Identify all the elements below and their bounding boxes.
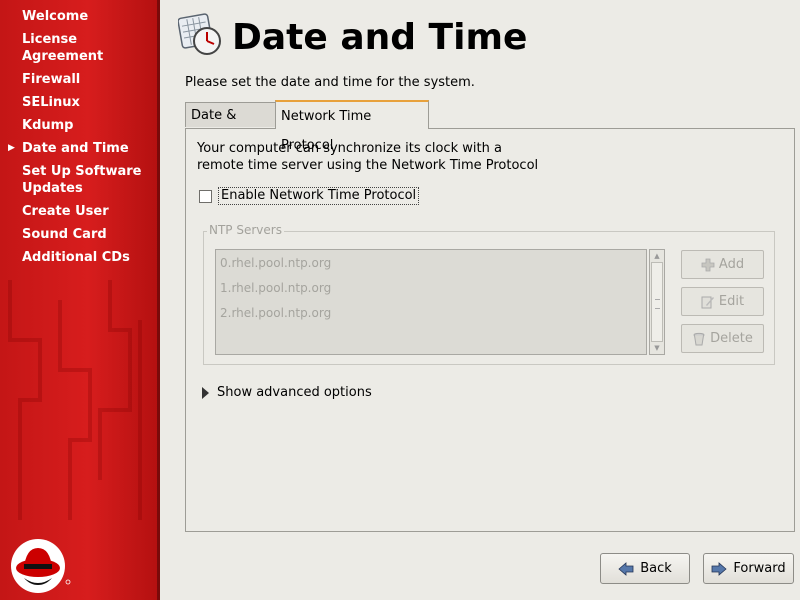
- back-arrow-icon: [618, 561, 634, 576]
- sidebar-item-create-user: Create User: [22, 204, 109, 219]
- sidebar-item-sound-card: Sound Card: [22, 227, 107, 242]
- ntp-description-line-1: Your computer can synchronize its clock …: [197, 141, 502, 156]
- current-step-arrow-icon: ▶: [8, 143, 15, 153]
- ntp-description: Your computer can synchronize its clock …: [197, 140, 597, 174]
- scrollbar-thumb[interactable]: [651, 262, 663, 342]
- sidebar-item-date-and-time: ▶ Date and Time: [8, 141, 129, 156]
- scrollbar-grip: [655, 299, 660, 309]
- page-subtitle: Please set the date and time for the sys…: [185, 75, 475, 90]
- list-item[interactable]: 0.rhel.pool.ntp.org: [220, 256, 331, 270]
- edit-icon: [701, 296, 714, 308]
- expander-arrow-icon[interactable]: [202, 386, 209, 399]
- forward-arrow-icon: [711, 561, 727, 576]
- delete-server-label: Delete: [710, 331, 753, 346]
- ntp-servers-frame-label: NTP Servers: [207, 223, 284, 237]
- sidebar-decoration: [8, 280, 142, 520]
- ntp-list-scrollbar[interactable]: ▲ ▼: [649, 249, 665, 355]
- show-advanced-options-expander[interactable]: Show advanced options: [202, 385, 372, 400]
- sidebar-item-welcome: Welcome: [22, 9, 89, 24]
- tab-date-time[interactable]: Date & Time: [185, 102, 276, 148]
- list-item[interactable]: 2.rhel.pool.ntp.org: [220, 306, 331, 320]
- add-server-label: Add: [718, 257, 745, 272]
- enable-ntp-label[interactable]: Enable Network Time Protocol: [218, 187, 420, 205]
- ntp-description-line-2: remote time server using the Network Tim…: [197, 158, 539, 173]
- sidebar: Welcome License Agreement Firewall SELin…: [0, 0, 160, 600]
- scroll-up-arrow-icon[interactable]: ▲: [652, 251, 662, 261]
- page-title: Date and Time: [232, 17, 528, 58]
- tab-network-time-protocol[interactable]: Network Time Protocol: [275, 100, 429, 153]
- sidebar-item-license: License Agreement: [22, 32, 104, 64]
- ntp-server-list[interactable]: 0.rhel.pool.ntp.org 1.rhel.pool.ntp.org …: [215, 249, 647, 355]
- add-icon: [701, 258, 715, 271]
- calendar-clock-icon: [178, 13, 221, 55]
- back-button[interactable]: Back: [600, 553, 690, 584]
- redhat-logo: [11, 539, 71, 593]
- enable-ntp-checkbox-row[interactable]: Enable Network Time Protocol: [199, 186, 420, 206]
- edit-server-button[interactable]: Edit: [681, 287, 764, 316]
- list-item[interactable]: 1.rhel.pool.ntp.org: [220, 281, 331, 295]
- forward-button[interactable]: Forward: [703, 553, 794, 584]
- sidebar-item-additional-cds: Additional CDs: [22, 250, 130, 265]
- sidebar-item-software-updates: Set Up Software Updates: [22, 164, 142, 196]
- show-advanced-options-label[interactable]: Show advanced options: [217, 385, 372, 400]
- trash-icon: [693, 332, 705, 345]
- sidebar-item-selinux: SELinux: [22, 95, 80, 110]
- delete-server-button[interactable]: Delete: [681, 324, 764, 353]
- enable-ntp-checkbox[interactable]: [199, 189, 212, 203]
- forward-button-label: Forward: [733, 561, 786, 576]
- sidebar-item-firewall: Firewall: [22, 72, 81, 87]
- edit-server-label: Edit: [718, 294, 745, 309]
- sidebar-edge: [157, 0, 160, 600]
- add-server-button[interactable]: Add: [681, 250, 764, 279]
- back-button-label: Back: [640, 561, 672, 576]
- scroll-down-arrow-icon[interactable]: ▼: [652, 343, 662, 353]
- sidebar-item-kdump: Kdump: [22, 118, 74, 133]
